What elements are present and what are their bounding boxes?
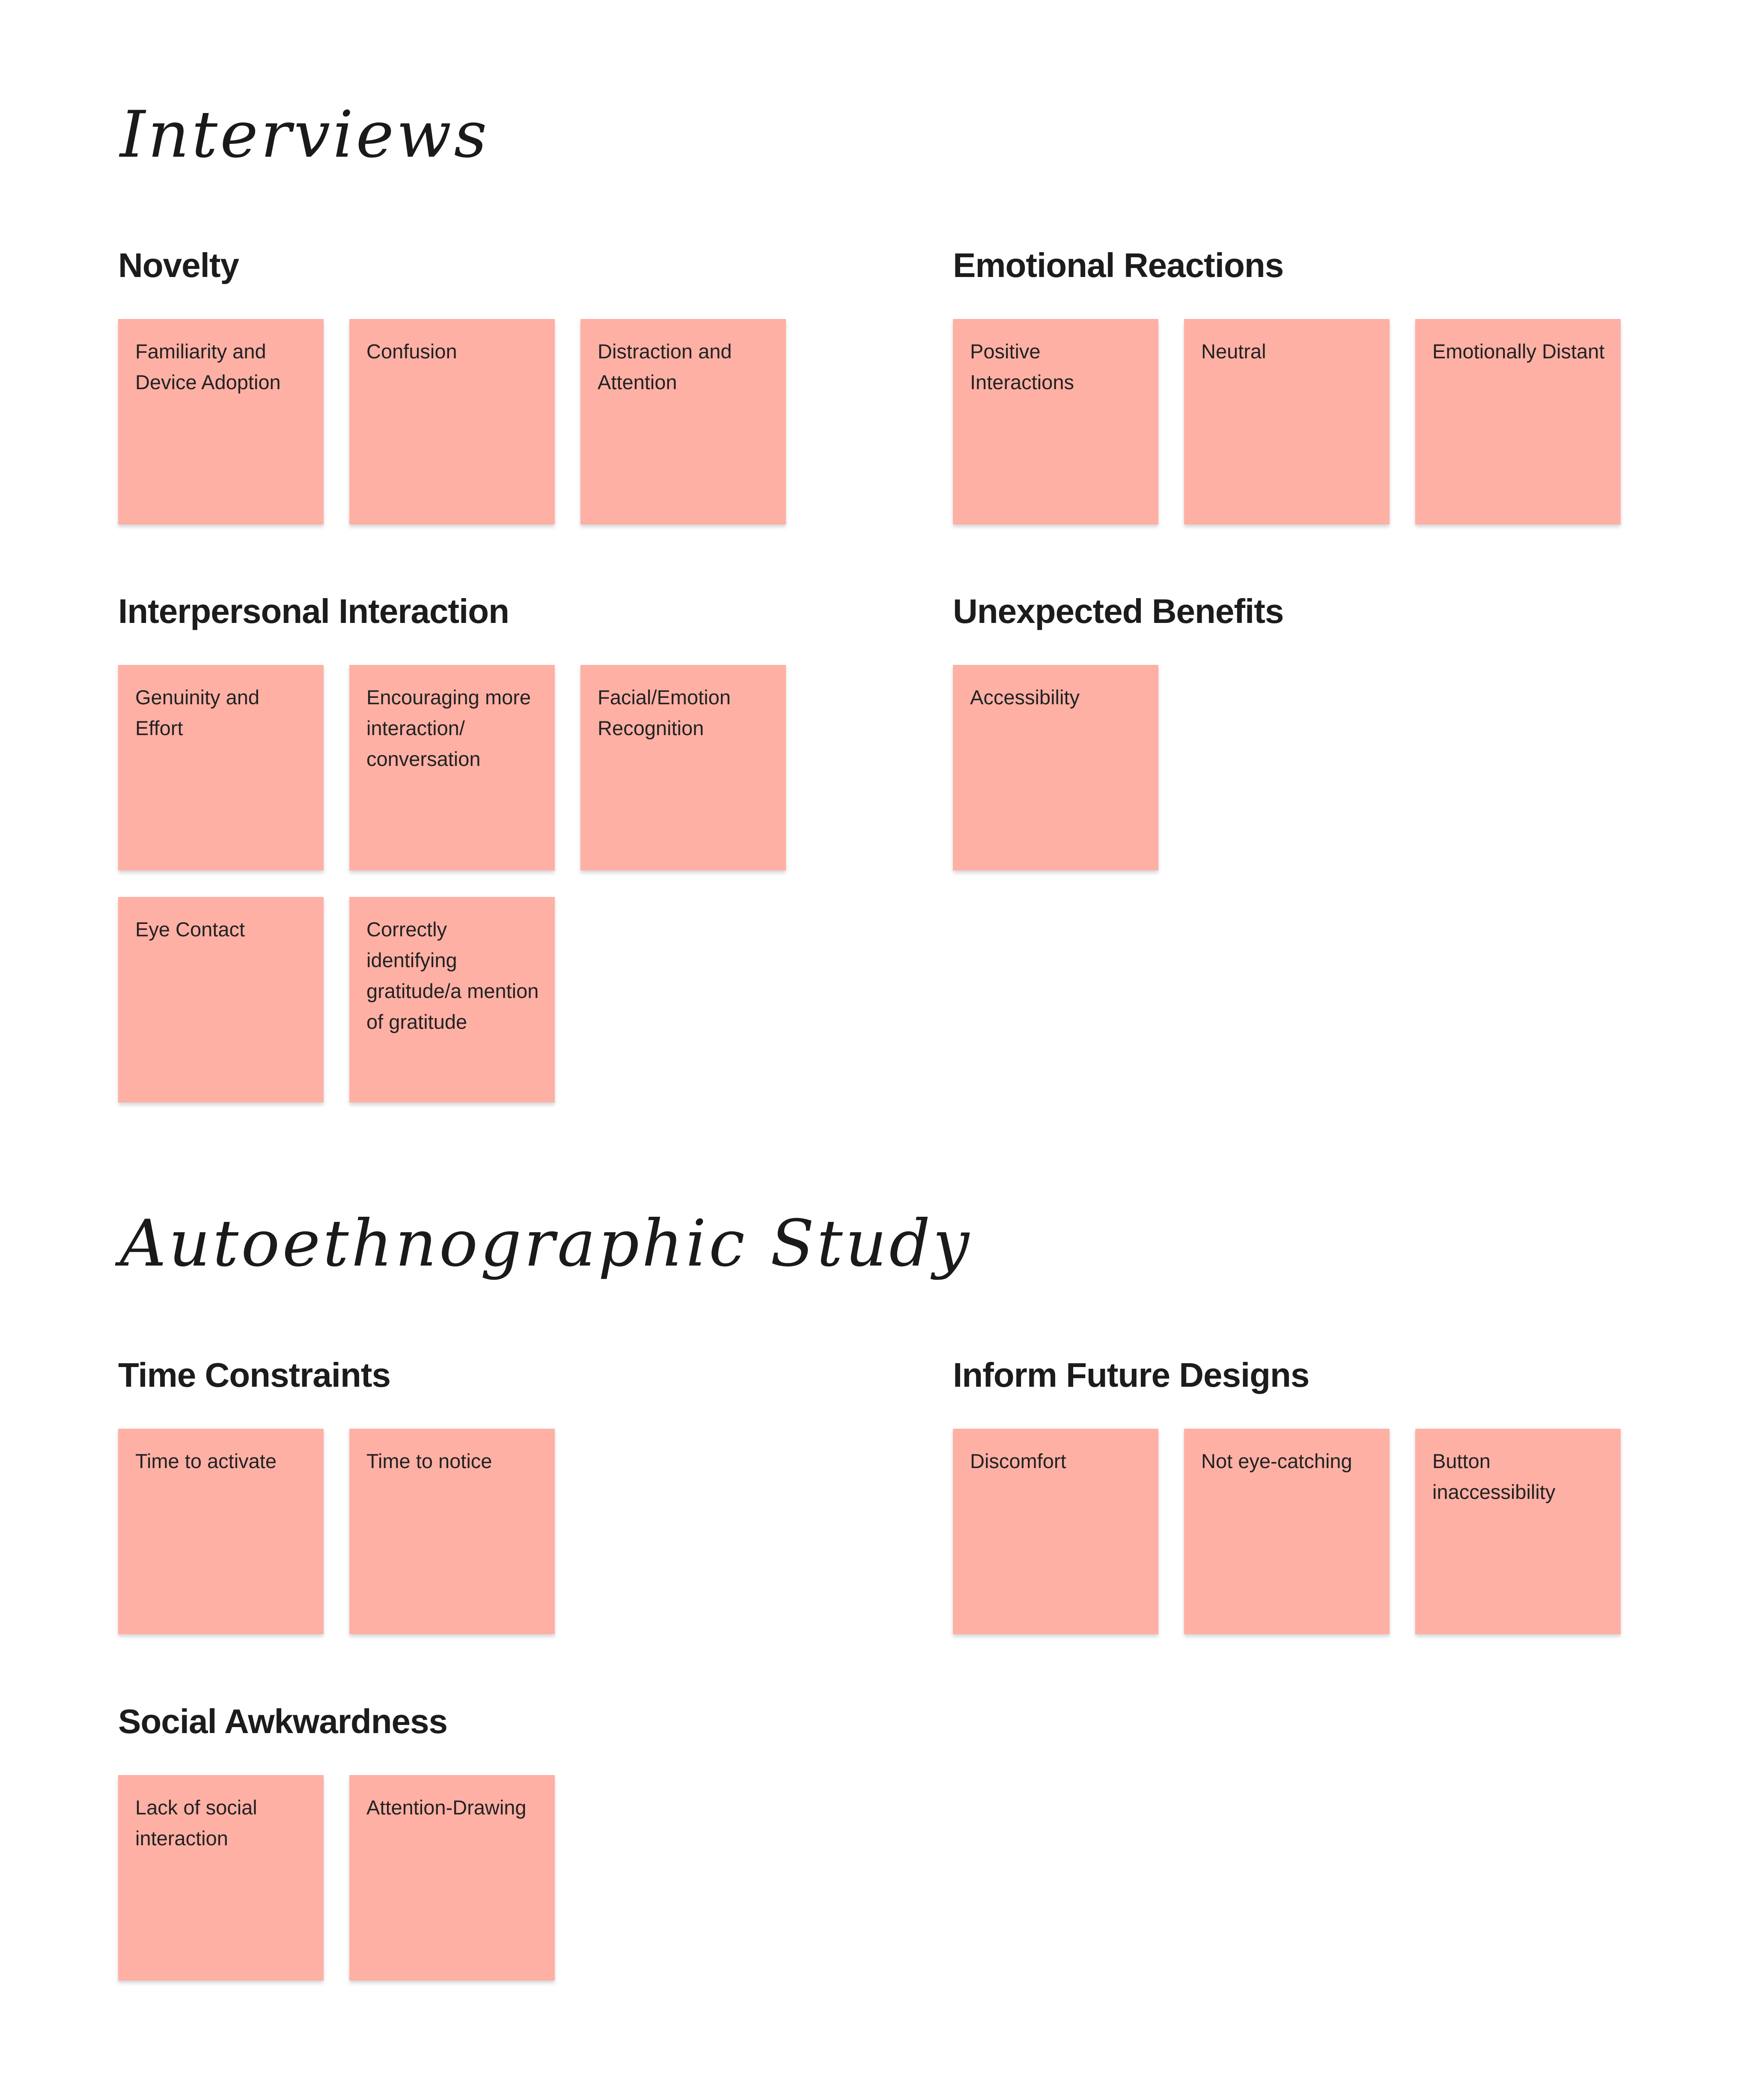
sticky-note[interactable]: Emotionally Distant [1415,319,1621,524]
sticky-note[interactable]: Distraction and Attention [580,319,786,524]
sticky-note[interactable]: Genuinity and Effort [118,665,324,870]
group-title-unexpected-benefits: Unexpected Benefits [953,592,1284,630]
group-title-novelty: Novelty [118,246,239,284]
sticky-note[interactable]: Discomfort [953,1429,1158,1634]
sticky-note[interactable]: Neutral [1184,319,1390,524]
group-inform-future-designs: Inform Future Designs Discomfort Not eye… [953,1356,1621,1634]
group-social-awkwardness: Social Awkwardness Lack of social intera… [118,1702,555,1981]
group-unexpected-benefits: Unexpected Benefits Accessibility [953,592,1284,870]
group-time-constraints: Time Constraints Time to activate Time t… [118,1356,555,1634]
sticky-note[interactable]: Eye Contact [118,897,324,1102]
sticky-note[interactable]: Familiarity and Device Adoption [118,319,324,524]
group-emotional-reactions: Emotional Reactions Positive Interaction… [953,246,1621,524]
sticky-note[interactable]: Correctly identifying gratitude/a mentio… [349,897,555,1102]
group-title-time-constraints: Time Constraints [118,1356,391,1394]
sticky-note[interactable]: Time to notice [349,1429,555,1634]
sticky-note[interactable]: Accessibility [953,665,1158,870]
group-title-emotional-reactions: Emotional Reactions [953,246,1284,284]
section-title-autoethnographic-study: Autoethnographic Study [120,1206,972,1281]
sticky-note[interactable]: Positive Interactions [953,319,1158,524]
group-novelty: Novelty Familiarity and Device Adoption … [118,246,786,524]
group-title-inform-future-designs: Inform Future Designs [953,1356,1309,1394]
group-title-interpersonal-interaction: Interpersonal Interaction [118,592,509,630]
sticky-note[interactable]: Facial/Emotion Recognition [580,665,786,870]
sticky-note[interactable]: Encouraging more interaction/ conversati… [349,665,555,870]
sticky-note[interactable]: Lack of social interaction [118,1775,324,1981]
group-title-social-awkwardness: Social Awkwardness [118,1702,448,1740]
section-title-interviews: Interviews [120,98,490,172]
sticky-note[interactable]: Time to activate [118,1429,324,1634]
group-interpersonal-interaction: Interpersonal Interaction Genuinity and … [118,592,786,1102]
sticky-note[interactable]: Confusion [349,319,555,524]
sticky-note[interactable]: Attention-Drawing [349,1775,555,1981]
sticky-note[interactable]: Button inaccessibility [1415,1429,1621,1634]
sticky-note[interactable]: Not eye-catching [1184,1429,1390,1634]
